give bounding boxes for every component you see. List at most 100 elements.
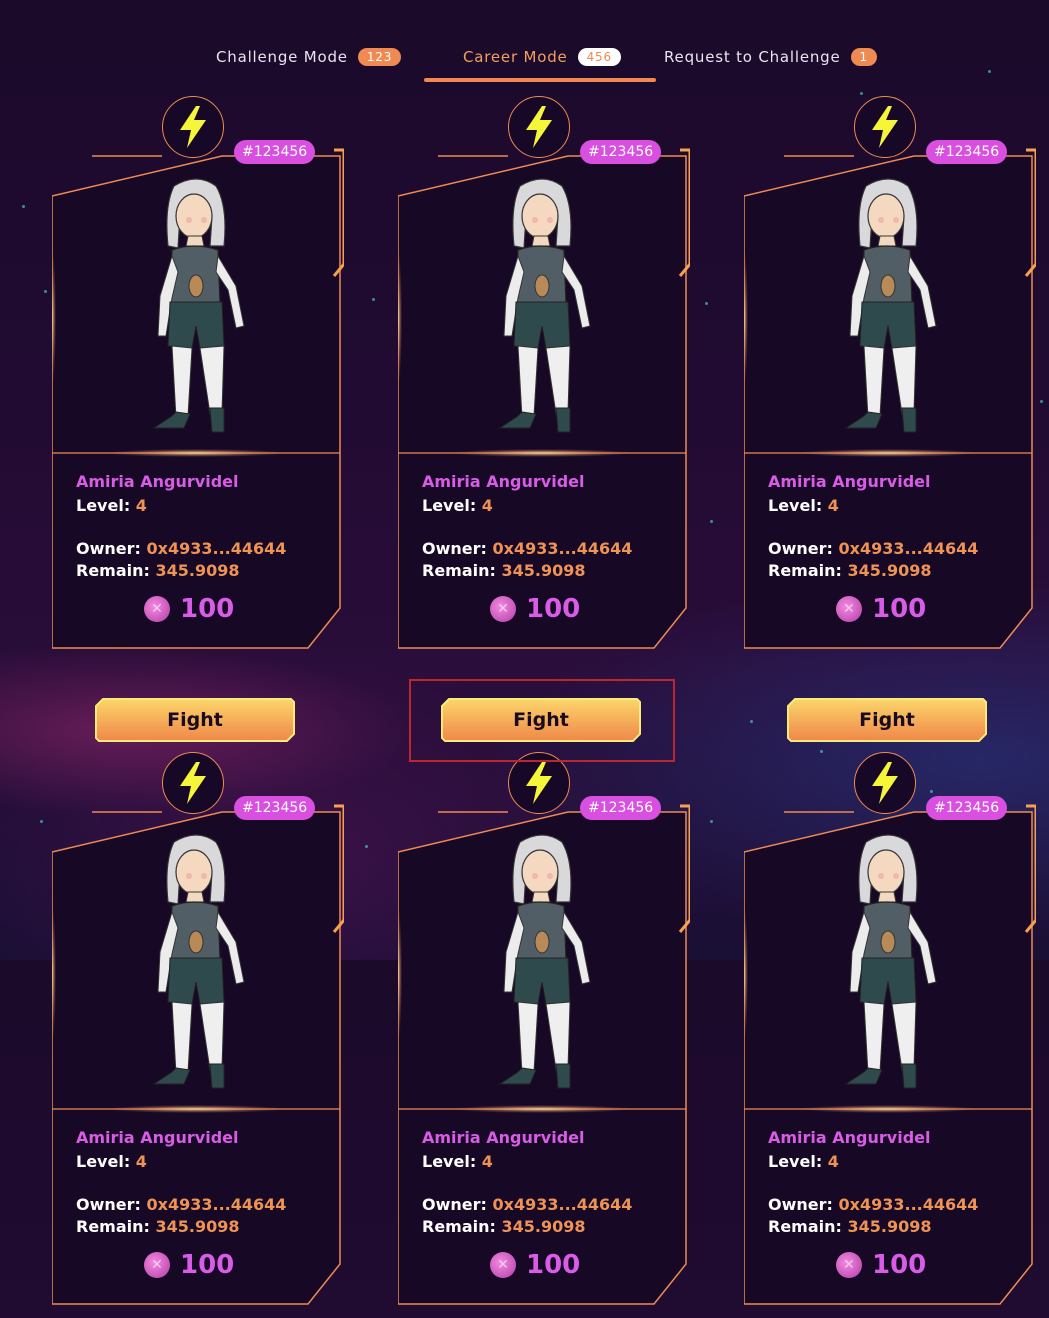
fighter-name: Amiria Angurvidel bbox=[422, 472, 585, 491]
owner-row: Owner: 0x4933...44644 bbox=[76, 538, 326, 560]
level-row: Level: 4 bbox=[768, 1151, 1018, 1173]
fighter-info: Amiria Angurvidel Level: 4 Owner: 0x4933… bbox=[76, 472, 326, 582]
remain-label: Remain: bbox=[76, 1217, 150, 1236]
fighter-card[interactable]: #123456 Amiria Angurvidel Level: 4 Owner… bbox=[744, 752, 1036, 1314]
remain-label: Remain: bbox=[422, 1217, 496, 1236]
fighter-card[interactable]: #123456 Amiria Angurvidel Level: 4 Owner… bbox=[52, 752, 344, 1314]
fighter-card[interactable]: #123456 Amiria Angurvidel Level: 4 Owner… bbox=[52, 96, 344, 658]
level-value: 4 bbox=[135, 1152, 147, 1171]
level-row: Level: 4 bbox=[76, 495, 326, 517]
token-coin-icon bbox=[836, 1252, 862, 1278]
fight-button[interactable]: Fight bbox=[787, 698, 987, 742]
character-portrait bbox=[152, 178, 245, 433]
character-portrait bbox=[498, 834, 591, 1089]
tab-label: Request to Challenge bbox=[664, 48, 841, 66]
token-coin-icon bbox=[836, 596, 862, 622]
owner-value: 0x4933...44644 bbox=[838, 1195, 979, 1214]
owner-label: Owner: bbox=[76, 539, 141, 558]
tab-label: Career Mode bbox=[463, 48, 568, 66]
lightning-bolt-icon bbox=[508, 96, 570, 158]
tab-count-badge: 1 bbox=[850, 48, 877, 66]
level-value: 4 bbox=[135, 496, 147, 515]
level-label: Level: bbox=[768, 1152, 823, 1171]
price: 100 bbox=[836, 594, 926, 624]
level-label: Level: bbox=[422, 496, 477, 515]
token-id-badge: #123456 bbox=[580, 140, 662, 164]
level-value: 4 bbox=[827, 1152, 839, 1171]
owner-label: Owner: bbox=[768, 539, 833, 558]
token-id-badge: #123456 bbox=[926, 796, 1008, 820]
price: 100 bbox=[144, 594, 234, 624]
fighter-info: Amiria Angurvidel Level: 4 Owner: 0x4933… bbox=[768, 472, 1018, 582]
token-id-badge: #123456 bbox=[234, 796, 316, 820]
remain-label: Remain: bbox=[76, 561, 150, 580]
fight-button-label: Fight bbox=[859, 709, 915, 731]
fighter-info: Amiria Angurvidel Level: 4 Owner: 0x4933… bbox=[422, 472, 672, 582]
level-row: Level: 4 bbox=[422, 1151, 672, 1173]
mode-tabs: Challenge Mode 123 Career Mode 456 Reque… bbox=[0, 44, 1049, 84]
level-row: Level: 4 bbox=[768, 495, 1018, 517]
tab-count-badge: 456 bbox=[577, 48, 621, 66]
remain-row: Remain: 345.9098 bbox=[76, 1216, 326, 1238]
lightning-bolt-icon bbox=[854, 752, 916, 814]
lightning-bolt-icon bbox=[854, 96, 916, 158]
price-value: 100 bbox=[526, 1250, 581, 1280]
remain-label: Remain: bbox=[768, 1217, 842, 1236]
price-value: 100 bbox=[180, 594, 235, 624]
owner-label: Owner: bbox=[76, 1195, 141, 1214]
level-label: Level: bbox=[76, 496, 131, 515]
level-label: Level: bbox=[422, 1152, 477, 1171]
lightning-bolt-icon bbox=[162, 96, 224, 158]
remain-value: 345.9098 bbox=[847, 1217, 932, 1236]
token-coin-icon bbox=[144, 1252, 170, 1278]
selection-highlight bbox=[409, 679, 675, 762]
character-portrait bbox=[498, 178, 591, 433]
fighter-card[interactable]: #123456 Amiria Angurvidel Level: 4 Owner… bbox=[744, 96, 1036, 658]
price-value: 100 bbox=[872, 594, 927, 624]
token-coin-icon bbox=[490, 1252, 516, 1278]
price: 100 bbox=[490, 1250, 580, 1280]
price-value: 100 bbox=[872, 1250, 927, 1280]
level-row: Level: 4 bbox=[422, 495, 672, 517]
fighter-info: Amiria Angurvidel Level: 4 Owner: 0x4933… bbox=[768, 1128, 1018, 1238]
level-label: Level: bbox=[768, 496, 823, 515]
fighter-name: Amiria Angurvidel bbox=[76, 1128, 239, 1147]
owner-row: Owner: 0x4933...44644 bbox=[768, 538, 1018, 560]
level-label: Level: bbox=[76, 1152, 131, 1171]
fighter-name: Amiria Angurvidel bbox=[768, 1128, 931, 1147]
tab-career-mode[interactable]: Career Mode 456 bbox=[463, 44, 621, 70]
remain-value: 345.9098 bbox=[501, 1217, 586, 1236]
price: 100 bbox=[144, 1250, 234, 1280]
token-id-badge: #123456 bbox=[234, 140, 316, 164]
owner-value: 0x4933...44644 bbox=[492, 539, 633, 558]
owner-value: 0x4933...44644 bbox=[838, 539, 979, 558]
character-portrait bbox=[844, 834, 937, 1089]
remain-value: 345.9098 bbox=[155, 561, 240, 580]
token-coin-icon bbox=[144, 596, 170, 622]
tab-label: Challenge Mode bbox=[216, 48, 348, 66]
owner-value: 0x4933...44644 bbox=[146, 1195, 287, 1214]
price-value: 100 bbox=[180, 1250, 235, 1280]
token-coin-icon bbox=[490, 596, 516, 622]
tab-request-to-challenge[interactable]: Request to Challenge 1 bbox=[664, 44, 877, 70]
owner-row: Owner: 0x4933...44644 bbox=[768, 1194, 1018, 1216]
token-id-badge: #123456 bbox=[580, 796, 662, 820]
price-value: 100 bbox=[526, 594, 581, 624]
lightning-bolt-icon bbox=[162, 752, 224, 814]
character-portrait bbox=[844, 178, 937, 433]
fight-button[interactable]: Fight bbox=[95, 698, 295, 742]
owner-label: Owner: bbox=[422, 1195, 487, 1214]
remain-row: Remain: 345.9098 bbox=[422, 1216, 672, 1238]
owner-row: Owner: 0x4933...44644 bbox=[422, 1194, 672, 1216]
tab-count-badge: 123 bbox=[357, 48, 402, 66]
remain-row: Remain: 345.9098 bbox=[768, 1216, 1018, 1238]
level-row: Level: 4 bbox=[76, 1151, 326, 1173]
fight-button-label: Fight bbox=[167, 709, 223, 731]
active-tab-underline bbox=[424, 78, 656, 82]
level-value: 4 bbox=[481, 496, 493, 515]
token-id-badge: #123456 bbox=[926, 140, 1008, 164]
fighter-card[interactable]: #123456 Amiria Angurvidel Level: 4 Owner… bbox=[398, 752, 690, 1314]
fighter-card[interactable]: #123456 Amiria Angurvidel Level: 4 Owner… bbox=[398, 96, 690, 658]
tab-challenge-mode[interactable]: Challenge Mode 123 bbox=[216, 44, 402, 70]
owner-value: 0x4933...44644 bbox=[146, 539, 287, 558]
